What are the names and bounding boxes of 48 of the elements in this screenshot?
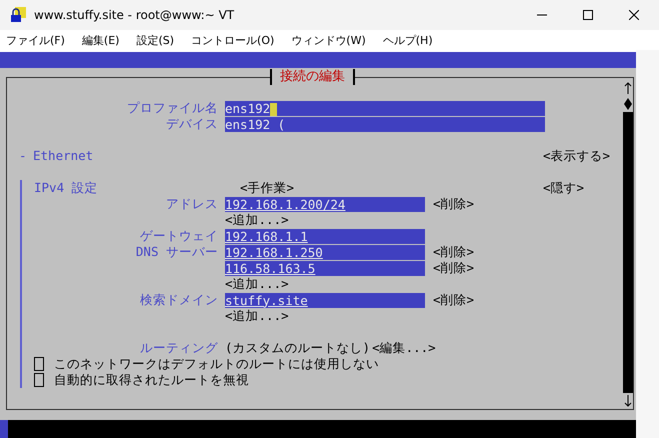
checkbox[interactable]	[34, 357, 44, 371]
section-label: Ethernet	[33, 148, 94, 164]
field-label: ゲートウェイ	[140, 228, 218, 243]
section-label: IPv4 設定	[34, 180, 99, 196]
profile-name-field[interactable]: ens192	[225, 100, 545, 116]
text-field[interactable]: 192.168.1.250	[225, 244, 425, 260]
add-button[interactable]: <追加...>	[225, 308, 289, 324]
window-title: www.stuffy.site - root@www:~ VT	[34, 8, 234, 22]
lock-icon	[10, 7, 26, 23]
collapse-marker: -	[19, 148, 28, 164]
add-button[interactable]: <追加...>	[225, 212, 289, 228]
menu-item[interactable]: ヘルプ(H)	[382, 32, 433, 48]
diamond-icon	[624, 98, 632, 110]
up-arrow-icon[interactable]	[624, 82, 632, 94]
menu-item[interactable]: 設定(S)	[136, 32, 174, 48]
checkbox-label: 自動的に取得されたルートを無視	[54, 372, 249, 388]
close-icon[interactable]	[629, 10, 639, 20]
menu-item[interactable]: ファイル(F)	[6, 32, 65, 48]
checkbox[interactable]	[34, 373, 44, 387]
maximize-icon[interactable]	[583, 10, 593, 20]
menu-item[interactable]: コントロール(O)	[191, 32, 274, 48]
text-field[interactable]: 192.168.1.200/24	[225, 196, 425, 212]
add-button[interactable]: <追加...>	[225, 276, 289, 292]
menu-item[interactable]: 編集(E)	[82, 32, 120, 48]
checkbox-label: このネットワークはデフォルトのルートには使用しない	[54, 356, 379, 372]
text-field[interactable]: 192.168.1.1	[225, 228, 425, 244]
menu-item[interactable]: ウィンドウ(W)	[291, 32, 366, 48]
field-label: ルーティング	[140, 340, 218, 355]
text-field[interactable]: stuffy.site	[225, 292, 425, 308]
method-button[interactable]: <手作業>	[240, 180, 294, 196]
down-arrow-icon[interactable]	[624, 395, 632, 407]
field-label: プロファイル名	[126, 100, 219, 116]
field-label: 検索ドメイン	[140, 292, 218, 307]
dialog-title: 接続の編集	[270, 69, 355, 85]
device-field[interactable]: ens192 (	[225, 116, 545, 132]
remove-button[interactable]: <削除>	[433, 260, 474, 276]
routing-status: (カスタムのルートなし)	[225, 340, 370, 356]
remove-button[interactable]: <削除>	[433, 292, 474, 308]
field-label: デバイス	[165, 116, 219, 132]
text-field[interactable]: 116.58.163.5	[225, 260, 425, 276]
remove-button[interactable]: <削除>	[433, 196, 474, 212]
edit-button[interactable]: <編集...>	[372, 340, 436, 356]
field-label: アドレス	[166, 196, 218, 211]
hide-button[interactable]: <隠す>	[543, 180, 623, 196]
show-button[interactable]: <表示する>	[543, 148, 623, 164]
remove-button[interactable]: <削除>	[433, 244, 474, 260]
field-label: DNS サーバー	[136, 244, 218, 259]
cursor-block	[0, 420, 8, 438]
